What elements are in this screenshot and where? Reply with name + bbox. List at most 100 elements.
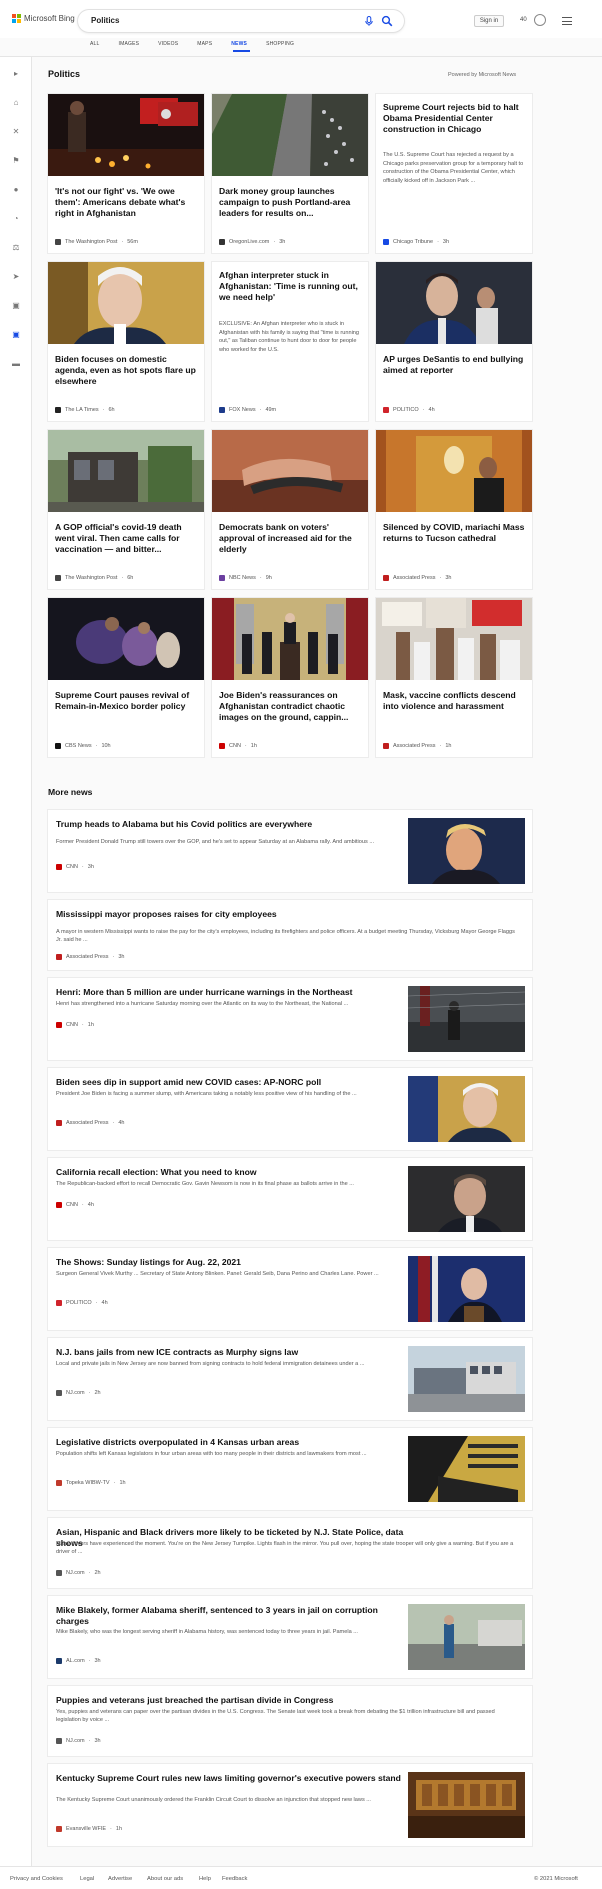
- tab-images[interactable]: IMAGES: [119, 41, 140, 47]
- news-row-title[interactable]: Kentucky Supreme Court rules new laws li…: [56, 1773, 406, 1784]
- news-card[interactable]: A GOP official's covid-19 death went vir…: [48, 430, 204, 589]
- news-row[interactable]: Mississippi mayor proposes raises for ci…: [48, 900, 532, 970]
- footer-feedback-link[interactable]: Feedback: [222, 1876, 247, 1882]
- news-row-source[interactable]: NJ.com · 2h: [56, 1570, 101, 1576]
- card-title[interactable]: Supreme Court rejects bid to halt Obama …: [383, 102, 525, 135]
- card-title[interactable]: Dark money group launches campaign to pu…: [219, 186, 361, 219]
- news-card[interactable]: Mask, vaccine conflicts descend into vio…: [376, 598, 532, 757]
- news-row[interactable]: Biden sees dip in support amid new COVID…: [48, 1068, 532, 1150]
- search-query[interactable]: Politics: [91, 16, 119, 25]
- card-source[interactable]: Associated Press · 1h: [383, 743, 451, 749]
- card-source[interactable]: Associated Press · 3h: [383, 575, 451, 581]
- card-title[interactable]: 'It's not our fight' vs. 'We owe them': …: [55, 186, 197, 219]
- news-row-source[interactable]: Topeka WIBW-TV · 1h: [56, 1480, 126, 1486]
- news-card[interactable]: Silenced by COVID, mariachi Mass returns…: [376, 430, 532, 589]
- search-box[interactable]: Politics: [78, 10, 404, 32]
- footer-help-link[interactable]: Help: [199, 1876, 211, 1882]
- card-source[interactable]: FOX News · 49m: [219, 407, 276, 413]
- news-card[interactable]: Joe Biden's reassurances on Afghanistan …: [212, 598, 368, 757]
- news-row-source[interactable]: POLITICO · 4h: [56, 1300, 108, 1306]
- technology-rocket-icon[interactable]: ➤: [11, 272, 21, 282]
- news-card[interactable]: Afghan interpreter stuck in Afghanistan:…: [212, 262, 368, 421]
- expand-arrow-icon[interactable]: ▸: [11, 69, 21, 79]
- news-row[interactable]: N.J. bans jails from new ICE contracts a…: [48, 1338, 532, 1420]
- news-row-source[interactable]: NJ.com · 3h: [56, 1738, 101, 1744]
- news-card[interactable]: Dark money group launches campaign to pu…: [212, 94, 368, 253]
- news-row[interactable]: Asian, Hispanic and Black drivers more l…: [48, 1518, 532, 1588]
- menu-icon[interactable]: [562, 17, 572, 25]
- news-row-source[interactable]: Evansville WFIE · 1h: [56, 1826, 122, 1832]
- tab-shopping[interactable]: SHOPPING: [266, 41, 294, 47]
- news-row[interactable]: Kentucky Supreme Court rules new laws li…: [48, 1764, 532, 1846]
- news-row-title[interactable]: The Shows: Sunday listings for Aug. 22, …: [56, 1257, 406, 1268]
- news-row-title[interactable]: Biden sees dip in support amid new COVID…: [56, 1077, 406, 1088]
- news-row[interactable]: Trump heads to Alabama but his Covid pol…: [48, 810, 532, 892]
- news-row-source[interactable]: CNN · 3h: [56, 864, 94, 870]
- card-title[interactable]: Democrats bank on voters' approval of in…: [219, 522, 361, 555]
- sign-in-button[interactable]: Sign in: [474, 15, 504, 27]
- card-source[interactable]: CNN · 1h: [219, 743, 257, 749]
- news-row-source[interactable]: NJ.com · 2h: [56, 1390, 101, 1396]
- news-row-title[interactable]: Mississippi mayor proposes raises for ci…: [56, 909, 406, 920]
- tab-news[interactable]: NEWS: [231, 41, 247, 47]
- home-icon[interactable]: ⌂: [11, 98, 21, 108]
- tab-maps[interactable]: MAPS: [197, 41, 212, 47]
- card-source[interactable]: OregonLive.com · 3h: [219, 239, 285, 245]
- news-row-title[interactable]: Henri: More than 5 million are under hur…: [56, 987, 406, 998]
- microphone-icon[interactable]: [363, 15, 375, 27]
- card-source[interactable]: POLITICO · 4h: [383, 407, 435, 413]
- news-row-title[interactable]: California recall election: What you nee…: [56, 1167, 406, 1178]
- card-source[interactable]: The Washington Post · 6h: [55, 575, 133, 581]
- card-title[interactable]: A GOP official's covid-19 death went vir…: [55, 522, 197, 555]
- card-source[interactable]: Chicago Tribune · 3h: [383, 239, 449, 245]
- trending-icon[interactable]: ✕: [11, 127, 21, 137]
- footer-advertise-link[interactable]: Advertise: [108, 1876, 132, 1882]
- world-globe-icon[interactable]: ◔: [11, 214, 21, 224]
- rewards-points[interactable]: 40: [520, 17, 527, 23]
- news-card[interactable]: Supreme Court pauses revival of Remain-i…: [48, 598, 204, 757]
- card-source[interactable]: The LA Times · 6h: [55, 407, 115, 413]
- card-title[interactable]: Mask, vaccine conflicts descend into vio…: [383, 690, 525, 712]
- card-source[interactable]: CBS News · 10h: [55, 743, 111, 749]
- powered-by[interactable]: Powered by Microsoft News: [448, 72, 516, 78]
- news-card[interactable]: Supreme Court rejects bid to halt Obama …: [376, 94, 532, 253]
- news-row-title[interactable]: Puppies and veterans just breached the p…: [56, 1695, 406, 1706]
- tab-all[interactable]: ALL: [90, 41, 100, 47]
- rewards-icon[interactable]: [534, 14, 546, 26]
- news-row[interactable]: Henri: More than 5 million are under hur…: [48, 978, 532, 1060]
- news-row-source[interactable]: Associated Press · 4h: [56, 1120, 124, 1126]
- news-card[interactable]: Democrats bank on voters' approval of in…: [212, 430, 368, 589]
- news-card[interactable]: Biden focuses on domestic agenda, even a…: [48, 262, 204, 421]
- news-card[interactable]: 'It's not our fight' vs. 'We owe them': …: [48, 94, 204, 253]
- news-row-source[interactable]: CNN · 1h: [56, 1022, 94, 1028]
- news-row-title[interactable]: N.J. bans jails from new ICE contracts a…: [56, 1347, 406, 1358]
- news-card[interactable]: AP urges DeSantis to end bullying aimed …: [376, 262, 532, 421]
- card-source[interactable]: NBC News · 9h: [219, 575, 272, 581]
- card-source[interactable]: The Washington Post · 56m: [55, 239, 138, 245]
- news-row-title[interactable]: Mike Blakely, former Alabama sheriff, se…: [56, 1605, 406, 1627]
- card-title[interactable]: Supreme Court pauses revival of Remain-i…: [55, 690, 197, 712]
- news-row[interactable]: Mike Blakely, former Alabama sheriff, se…: [48, 1596, 532, 1678]
- card-title[interactable]: Joe Biden's reassurances on Afghanistan …: [219, 690, 361, 723]
- local-pin-icon[interactable]: ●: [11, 185, 21, 195]
- news-row-title[interactable]: Legislative districts overpopulated in 4…: [56, 1437, 406, 1448]
- footer-privacy-link[interactable]: Privacy and Cookies: [10, 1876, 63, 1882]
- footer-legal-link[interactable]: Legal: [80, 1876, 94, 1882]
- news-row-source[interactable]: CNN · 4h: [56, 1202, 94, 1208]
- politics-icon[interactable]: ▣: [11, 330, 21, 340]
- tab-videos[interactable]: VIDEOS: [158, 41, 178, 47]
- card-title[interactable]: Silenced by COVID, mariachi Mass returns…: [383, 522, 525, 544]
- card-title[interactable]: Afghan interpreter stuck in Afghanistan:…: [219, 270, 361, 303]
- news-row-source[interactable]: Associated Press · 3h: [56, 954, 124, 960]
- entertainment-icon[interactable]: ▣: [11, 301, 21, 311]
- card-title[interactable]: Biden focuses on domestic agenda, even a…: [55, 354, 197, 387]
- search-icon[interactable]: [381, 15, 393, 27]
- footer-ads-link[interactable]: About our ads: [147, 1876, 183, 1882]
- news-row-source[interactable]: AL.com · 3h: [56, 1658, 101, 1664]
- science-icon[interactable]: ⚖: [11, 243, 21, 253]
- news-row[interactable]: The Shows: Sunday listings for Aug. 22, …: [48, 1248, 532, 1330]
- news-row[interactable]: California recall election: What you nee…: [48, 1158, 532, 1240]
- card-title[interactable]: AP urges DeSantis to end bullying aimed …: [383, 354, 525, 376]
- news-row[interactable]: Legislative districts overpopulated in 4…: [48, 1428, 532, 1510]
- news-row[interactable]: Puppies and veterans just breached the p…: [48, 1686, 532, 1756]
